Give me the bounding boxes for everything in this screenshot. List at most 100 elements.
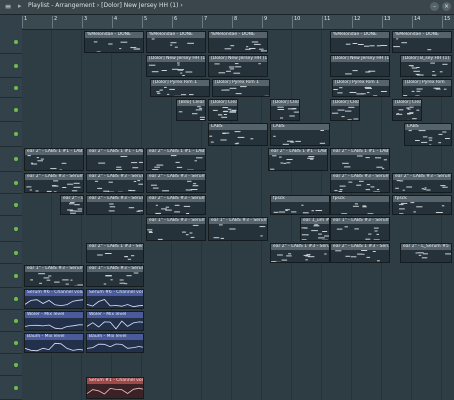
pattern-clip[interactable]: LABS bbox=[404, 123, 452, 146]
ruler-bar[interactable]: 1 bbox=[22, 16, 52, 28]
track-header[interactable] bbox=[0, 288, 22, 310]
pattern-clip[interactable]: ear 2" - LABS 1 #1 - LABS 1 # bbox=[24, 148, 84, 171]
pattern-clip[interactable]: fpsck bbox=[270, 195, 330, 215]
automation-clip[interactable]: Wöler - Mix level bbox=[86, 311, 144, 331]
pattern-clip[interactable]: LABS bbox=[270, 123, 330, 146]
track-mute-led[interactable] bbox=[14, 318, 18, 323]
pattern-clip[interactable]: %Melondae - DONE bbox=[146, 31, 206, 53]
track-mute-led[interactable] bbox=[14, 202, 18, 207]
track-header[interactable] bbox=[0, 78, 22, 98]
pattern-clip[interactable]: ear 2" - LABS #3 - Serum #2 bbox=[60, 195, 84, 215]
track-mute-led[interactable] bbox=[14, 85, 18, 90]
ruler-bar[interactable]: 9 bbox=[262, 16, 292, 28]
pattern-clip[interactable]: [Dolor] Clear bbox=[330, 99, 360, 121]
track-mute-led[interactable] bbox=[14, 250, 18, 255]
track-mute-led[interactable] bbox=[14, 385, 18, 390]
automation-clip[interactable]: Baum - Mix level bbox=[86, 333, 144, 353]
playlist-grid[interactable]: %Melondae - DONE %Melondae - DONE %Melonda… bbox=[22, 30, 454, 400]
track-mute-led[interactable] bbox=[14, 157, 18, 161]
pattern-clip[interactable]: fpsck bbox=[392, 195, 452, 215]
track-header[interactable] bbox=[0, 242, 22, 264]
track-header[interactable] bbox=[0, 354, 22, 376]
pattern-clip[interactable]: ear 2" - LABS #3 - Serum #2 bbox=[146, 195, 206, 215]
track-mute-led[interactable] bbox=[14, 132, 18, 136]
ruler-bar[interactable]: 3 bbox=[82, 16, 112, 28]
pattern-clip[interactable]: [Dolor] Pyrex Rim bbox=[402, 79, 452, 97]
ruler-bar[interactable]: 14 bbox=[412, 16, 442, 28]
pattern-clip[interactable]: [Dolor] Clear bbox=[270, 99, 300, 121]
timeline-ruler[interactable]: 1 2 3 4 5 6 7 8 9 10 11 12 13 14 15 bbox=[22, 15, 454, 30]
track-header[interactable] bbox=[0, 98, 22, 122]
pattern-clip[interactable]: [Dolor] New Jersey HH (1) bbox=[208, 55, 268, 77]
track-mute-led[interactable] bbox=[14, 226, 18, 231]
pattern-clip[interactable]: ear 2" - LABS 1 #3 - Serum #5 bbox=[270, 243, 330, 263]
pattern-clip[interactable]: ear 2" - LABS 1 #3 - Serum #5 bbox=[330, 243, 390, 263]
track-header[interactable] bbox=[0, 54, 22, 78]
pattern-clip[interactable]: ear 1_um #4 bbox=[300, 217, 330, 241]
close-button[interactable]: × bbox=[442, 2, 451, 11]
track-header[interactable] bbox=[0, 310, 22, 332]
ruler-bar[interactable]: 12 bbox=[352, 16, 382, 28]
pattern-clip[interactable]: ear 2" - LABS 1 #1 - LABS 1 # bbox=[146, 148, 206, 171]
pattern-clip[interactable]: LABS bbox=[208, 123, 268, 146]
pattern-clip[interactable]: [Dolor] Clear bbox=[392, 99, 422, 121]
ruler-bar[interactable]: 2 bbox=[52, 16, 82, 28]
track-mute-led[interactable] bbox=[14, 340, 18, 345]
pattern-clip[interactable]: fpsck bbox=[330, 195, 390, 215]
pattern-clip[interactable]: [Dolor] Pyrex Rim 1 bbox=[332, 79, 390, 97]
ruler-bar[interactable]: 8 bbox=[232, 16, 262, 28]
pattern-clip[interactable]: [Dolor] Clear bbox=[208, 99, 238, 121]
pattern-clip[interactable]: %Melondae - DONE bbox=[330, 31, 390, 53]
pattern-clip[interactable]: [Dolor] B_sey HH (1) bbox=[400, 55, 452, 77]
ruler-bar[interactable]: 7 bbox=[202, 16, 232, 28]
track-mute-led[interactable] bbox=[14, 273, 18, 278]
automation-clip[interactable]: Baum - Mix level bbox=[24, 333, 84, 353]
pattern-clip[interactable]: ear 2" - LABS #3 - Serum bbox=[330, 173, 390, 193]
automation-clip[interactable]: Serum #6 - Channel volume bbox=[24, 289, 84, 309]
pattern-clip[interactable]: [Dolor] New Jersey HH (1) bbox=[146, 55, 206, 77]
pattern-clip[interactable]: %Melondae - DONE bbox=[392, 31, 452, 53]
track-header[interactable] bbox=[0, 30, 22, 54]
pattern-clip[interactable]: ear 1" - LABS #3 - Serum #4 bbox=[330, 217, 390, 241]
pattern-clip[interactable]: [Dolor] Pyrex Rim 1 bbox=[150, 79, 210, 97]
ruler-bar[interactable]: 5 bbox=[142, 16, 172, 28]
pattern-clip[interactable]: ear 2" - LABS 1 #1 - LABS 1 # bbox=[330, 148, 390, 171]
pattern-clip[interactable]: ear 2" - LABS #3 - Serum bbox=[392, 173, 452, 193]
pattern-clip[interactable]: ear 1" - LABS #3 - Serum #1 bbox=[86, 265, 144, 287]
minimize-button[interactable]: – bbox=[430, 2, 439, 11]
pattern-clip[interactable]: ear 2" - LABS #3 - Serum bbox=[86, 173, 144, 193]
track-header[interactable] bbox=[0, 122, 22, 147]
ruler-bar[interactable]: 4 bbox=[112, 16, 142, 28]
track-mute-led[interactable] bbox=[14, 180, 18, 185]
pattern-clip[interactable]: ear 2" - L_Serum #5 bbox=[400, 243, 452, 263]
track-mute-led[interactable] bbox=[14, 362, 18, 367]
track-header[interactable] bbox=[0, 264, 22, 288]
pattern-clip[interactable]: ear 2" - LABS 1 #1 - LABS 1 # bbox=[268, 148, 328, 171]
track-header[interactable] bbox=[0, 376, 22, 400]
pattern-clip[interactable]: [Dolor] Pyrex Rim 1 bbox=[212, 79, 270, 97]
track-header[interactable] bbox=[0, 332, 22, 354]
track-mute-led[interactable] bbox=[14, 296, 18, 301]
hamburger-icon[interactable]: ≡ bbox=[3, 2, 13, 12]
pattern-clip[interactable]: [Bdo] Clear bbox=[176, 99, 206, 121]
pattern-clip[interactable]: ear 1" - LABS #3 - Serum #4 bbox=[146, 217, 206, 241]
pattern-clip[interactable]: ear 2" - LABS 1 #1 - LABS 1 # bbox=[86, 148, 144, 171]
track-header[interactable] bbox=[0, 147, 22, 172]
automation-clip[interactable]: Serum #1 - Channel volume bbox=[86, 377, 144, 399]
pattern-clip[interactable]: ear 2" - LABS #3 - Serum #2 bbox=[86, 195, 144, 215]
ruler-bar[interactable]: 6 bbox=[172, 16, 202, 28]
pattern-clip[interactable]: ear 1" - LABS #3 - Serum #4 bbox=[208, 217, 268, 241]
track-mute-led[interactable] bbox=[14, 107, 18, 112]
track-mute-led[interactable] bbox=[14, 39, 18, 44]
track-header[interactable] bbox=[0, 194, 22, 216]
track-header[interactable] bbox=[0, 216, 22, 242]
pattern-clip[interactable]: ear 1" - LABS #3 - Serum #1 bbox=[24, 265, 84, 287]
automation-clip[interactable]: Wöler - Mix level bbox=[24, 311, 84, 331]
ruler-bar[interactable]: 10 bbox=[292, 16, 322, 28]
pattern-clip[interactable]: ear 2" - LABS #3 - Serum bbox=[24, 173, 84, 193]
ruler-bar[interactable]: 11 bbox=[322, 16, 352, 28]
pattern-clip[interactable]: [Dolor] New Jersey HH (1) bbox=[330, 55, 390, 77]
pattern-clip[interactable]: %Melondae - DONE bbox=[84, 31, 144, 53]
arrow-right-icon[interactable]: ▸ bbox=[18, 2, 22, 10]
automation-clip[interactable]: Serum #6 - Channel volume bbox=[86, 289, 144, 309]
